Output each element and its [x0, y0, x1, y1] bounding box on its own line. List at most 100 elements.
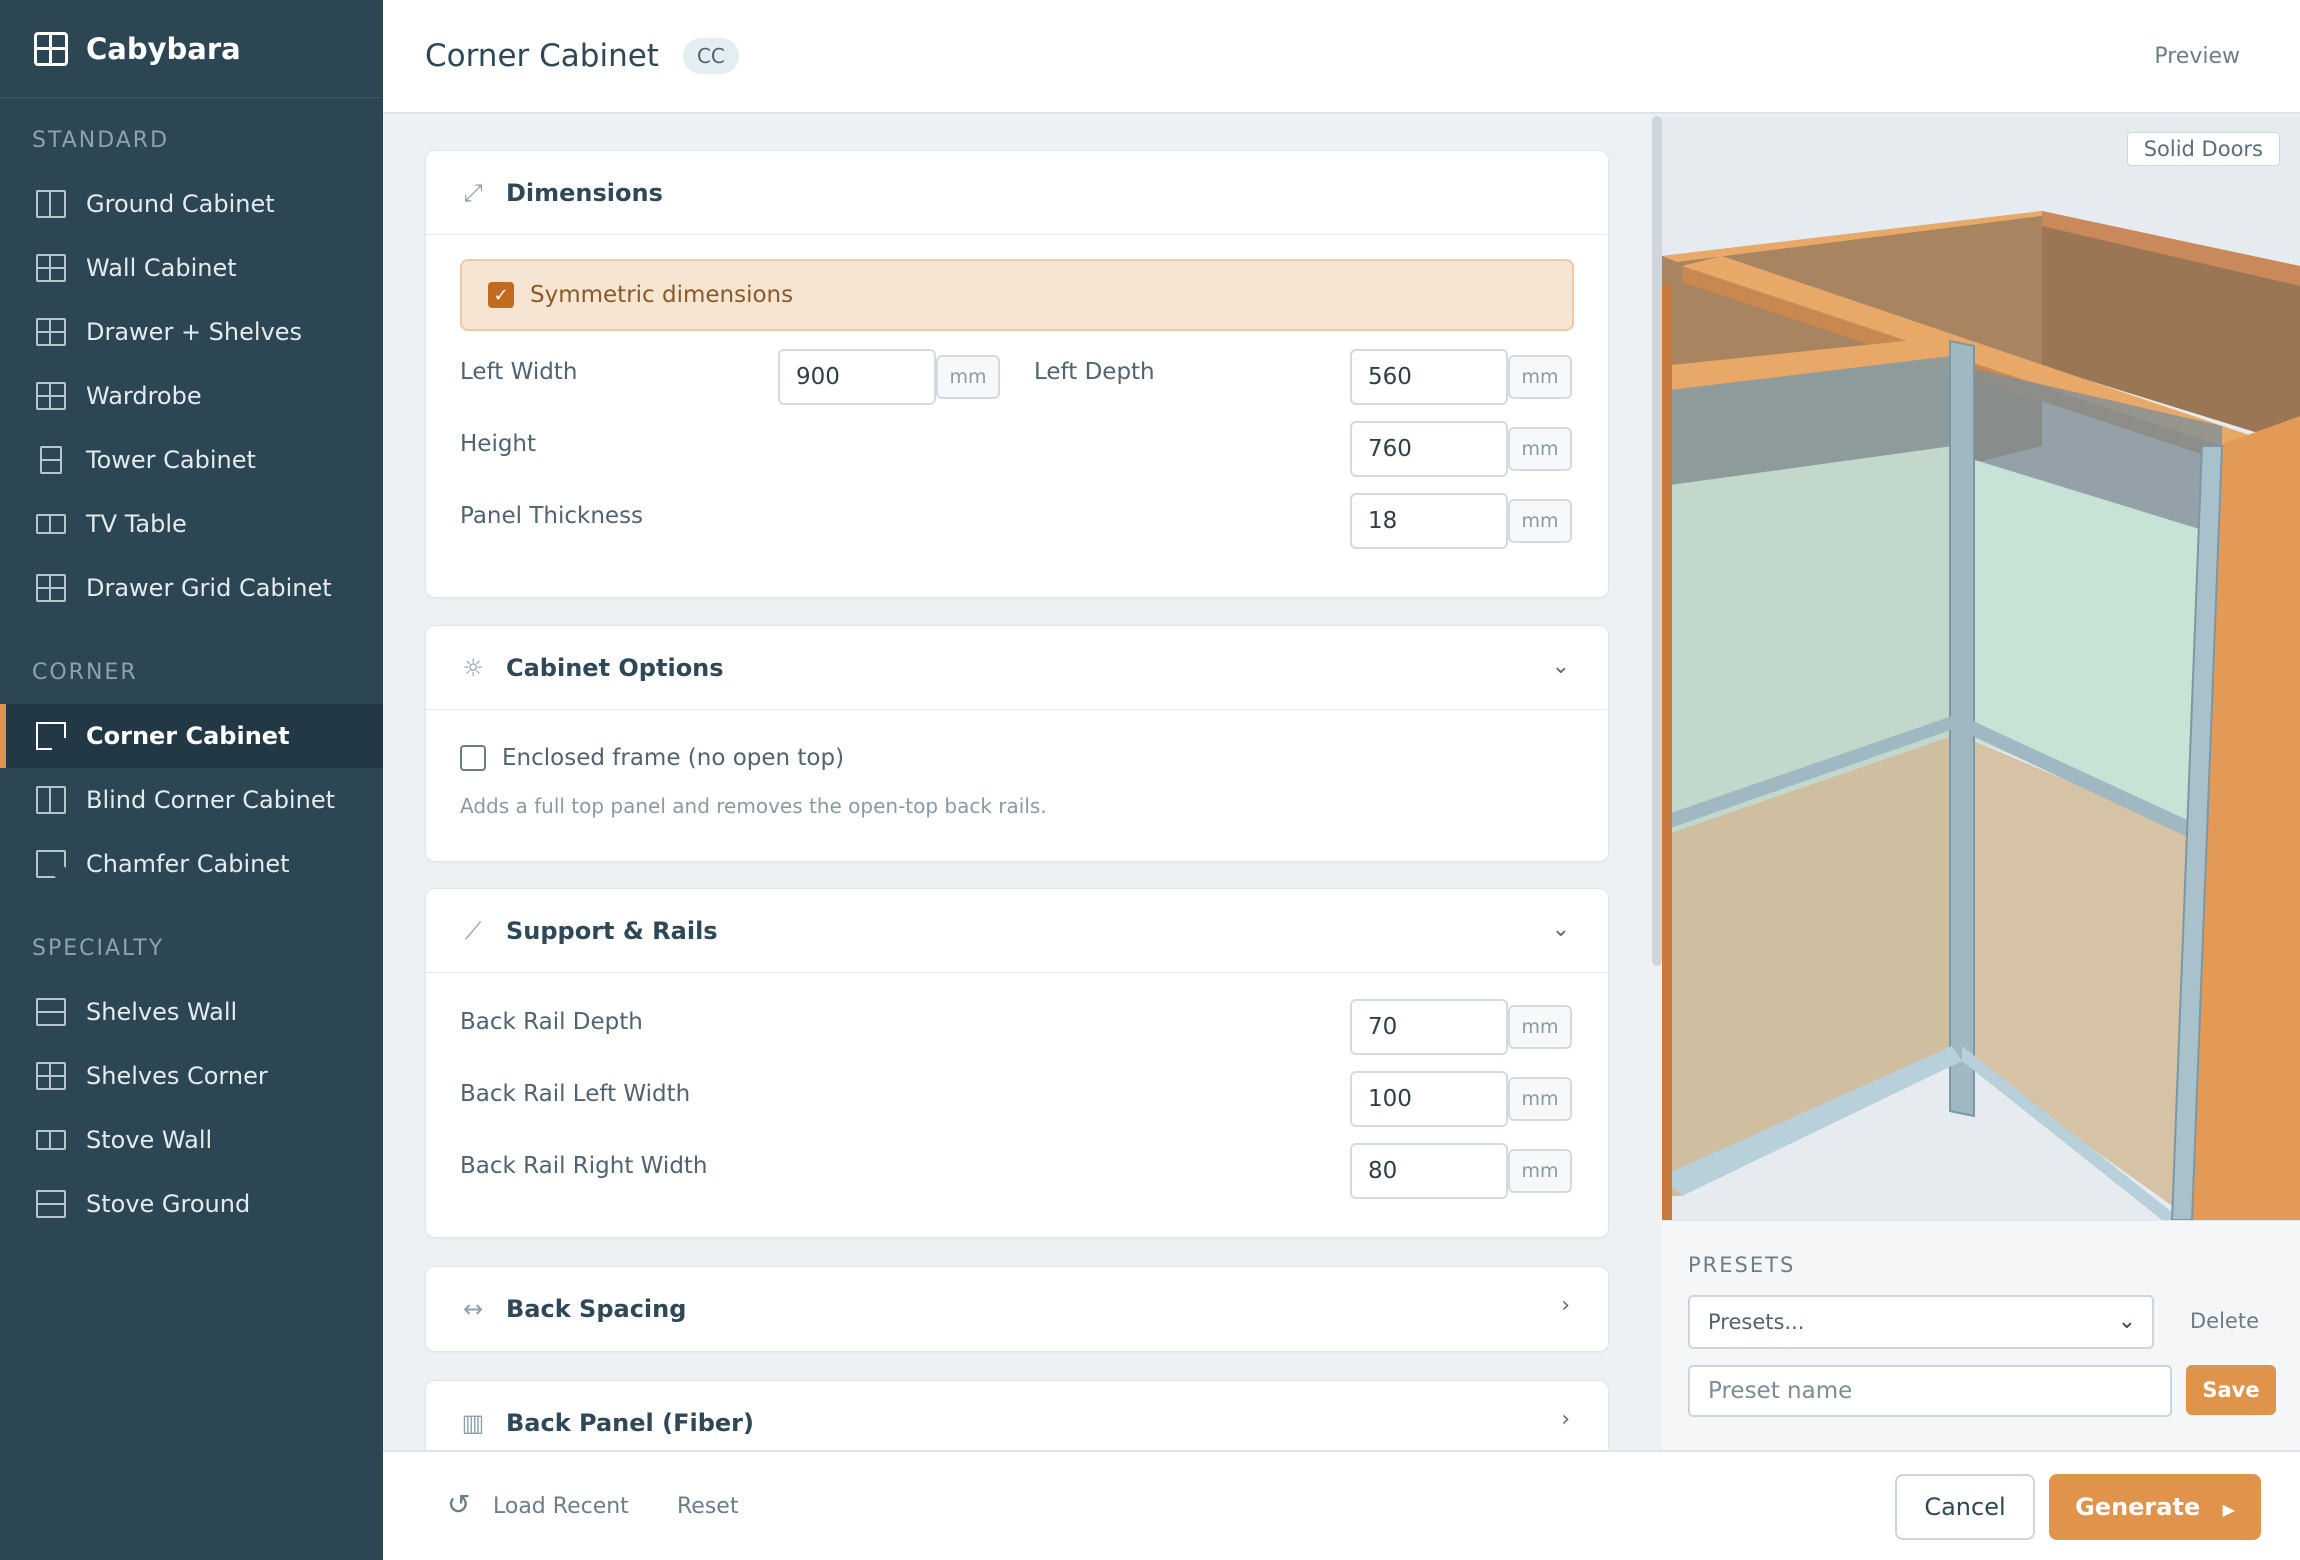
- section-label-corner: CORNER: [32, 660, 138, 685]
- cabinet-3d-render: [1662, 116, 2300, 1220]
- enclosed-frame-option[interactable]: Enclosed frame (no open top): [460, 736, 1574, 780]
- form-column: ⤢ Dimensions ✓ Symmetric dimensions Left…: [383, 116, 1653, 1450]
- horizontal-arrows-icon: ↔: [462, 1295, 484, 1323]
- sidebar: Cabybara STANDARD Ground Cabinet Wall Ca…: [0, 0, 383, 1560]
- sidebar-item-stove-wall[interactable]: Stove Wall: [0, 1108, 383, 1172]
- sidebar-item-stove-ground[interactable]: Stove Ground: [0, 1172, 383, 1236]
- section-label-specialty: SPECIALTY: [32, 936, 165, 961]
- back-rail-left-width-input[interactable]: 100: [1350, 1071, 1508, 1127]
- left-width-input[interactable]: 900: [778, 349, 936, 405]
- app-name: Cabybara: [86, 31, 241, 66]
- back-rail-depth-input[interactable]: 70: [1350, 999, 1508, 1055]
- pencil-icon: ⟋: [464, 916, 482, 945]
- back-rail-depth-label: Back Rail Depth: [460, 1009, 643, 1035]
- sidebar-item-blind-corner-cabinet[interactable]: Blind Corner Cabinet: [0, 768, 383, 832]
- type-badge: CC: [682, 38, 739, 74]
- footer-bar: ↺ Load Recent Reset Cancel Generate ▶: [383, 1450, 2300, 1560]
- back-rail-right-width-unit: mm: [1508, 1149, 1572, 1193]
- back-spacing-card[interactable]: ↔ Back Spacing ›: [425, 1266, 1609, 1352]
- solid-doors-toggle[interactable]: Solid Doors: [2126, 132, 2280, 166]
- chevron-down-icon: ⌄: [2117, 1309, 2136, 1334]
- left-depth-input[interactable]: 560: [1350, 349, 1508, 405]
- shelves-icon: [36, 998, 66, 1026]
- wardrobe-icon: [36, 382, 66, 410]
- chevron-down-icon[interactable]: ⌄: [1552, 654, 1570, 679]
- left-width-label: Left Width: [460, 359, 578, 385]
- symmetric-dimensions-toggle[interactable]: ✓ Symmetric dimensions: [460, 259, 1574, 331]
- panel-thickness-label: Panel Thickness: [460, 503, 644, 529]
- sidebar-item-ground-cabinet[interactable]: Ground Cabinet: [0, 172, 383, 236]
- form-scrollbar[interactable]: [1652, 116, 1662, 966]
- chevron-right-icon[interactable]: ›: [1561, 1293, 1570, 1318]
- grid-logo-icon: [34, 31, 68, 66]
- stove-ground-icon: [36, 1190, 66, 1218]
- cabinet-options-header[interactable]: ☼ Cabinet Options ⌄: [426, 626, 1608, 710]
- cancel-button[interactable]: Cancel: [1895, 1474, 2035, 1540]
- reset-button[interactable]: Reset: [677, 1494, 738, 1519]
- chevron-right-icon[interactable]: ›: [1561, 1407, 1570, 1432]
- enclosed-frame-checkbox[interactable]: [460, 745, 486, 771]
- sidebar-item-wardrobe[interactable]: Wardrobe: [0, 364, 383, 428]
- presets-select[interactable]: Presets... ⌄: [1688, 1295, 2154, 1349]
- generate-button[interactable]: Generate ▶: [2049, 1474, 2261, 1540]
- back-rail-right-width-input[interactable]: 80: [1350, 1143, 1508, 1199]
- shelves-corner-icon: [36, 1062, 66, 1090]
- tower-icon: [40, 446, 62, 474]
- chevron-down-icon[interactable]: ⌄: [1552, 917, 1570, 942]
- resize-arrow-icon: ⤢: [463, 178, 483, 207]
- height-input[interactable]: 760: [1350, 421, 1508, 477]
- presets-label: PRESETS: [1688, 1253, 1796, 1277]
- delete-preset-button[interactable]: Delete: [2190, 1309, 2259, 1333]
- back-panel-card[interactable]: ▥ Back Panel (Fiber) ›: [425, 1380, 1609, 1450]
- sidebar-item-chamfer-cabinet[interactable]: Chamfer Cabinet: [0, 832, 383, 896]
- back-panel-header[interactable]: ▥ Back Panel (Fiber) ›: [426, 1381, 1608, 1450]
- support-rails-card: ⟋ Support & Rails ⌄ Back Rail Depth 70 m…: [425, 888, 1609, 1238]
- chamfer-icon: [36, 850, 66, 878]
- height-unit: mm: [1508, 427, 1572, 471]
- left-depth-label: Left Depth: [1034, 359, 1155, 385]
- sidebar-item-shelves-corner[interactable]: Shelves Corner: [0, 1044, 383, 1108]
- dimensions-card: ⤢ Dimensions ✓ Symmetric dimensions Left…: [425, 150, 1609, 598]
- sidebar-item-drawer-shelves[interactable]: Drawer + Shelves: [0, 300, 383, 364]
- preview-link[interactable]: Preview: [2154, 44, 2240, 69]
- back-rail-depth-unit: mm: [1508, 1005, 1572, 1049]
- back-spacing-header[interactable]: ↔ Back Spacing ›: [426, 1267, 1608, 1351]
- corner-cabinet-icon: [36, 722, 66, 750]
- play-arrow-icon: ▶: [2222, 1500, 2235, 1519]
- sidebar-item-tv-table[interactable]: TV Table: [0, 492, 383, 556]
- stove-wall-icon: [36, 1130, 66, 1150]
- sidebar-item-drawer-grid-cabinet[interactable]: Drawer Grid Cabinet: [0, 556, 383, 620]
- panel-thickness-input[interactable]: 18: [1350, 493, 1508, 549]
- preset-name-input[interactable]: Preset name: [1688, 1365, 2172, 1417]
- sidebar-item-tower-cabinet[interactable]: Tower Cabinet: [0, 428, 383, 492]
- load-recent-button[interactable]: Load Recent: [493, 1494, 629, 1519]
- brand[interactable]: Cabybara: [0, 0, 383, 98]
- panel-thickness-unit: mm: [1508, 499, 1572, 543]
- sidebar-item-corner-cabinet[interactable]: Corner Cabinet: [0, 704, 383, 768]
- sidebar-item-shelves-wall[interactable]: Shelves Wall: [0, 980, 383, 1044]
- left-depth-unit: mm: [1508, 355, 1572, 399]
- presets-panel: PRESETS Presets... ⌄ Delete Preset name …: [1662, 1220, 2300, 1450]
- grid-panel-icon: [36, 318, 66, 346]
- page-header: Corner Cabinet CC Preview: [383, 0, 2300, 114]
- blind-corner-icon: [36, 786, 66, 814]
- page-title: Corner Cabinet: [425, 38, 659, 74]
- back-rail-left-width-unit: mm: [1508, 1077, 1572, 1121]
- back-rail-left-width-label: Back Rail Left Width: [460, 1081, 691, 1107]
- drawer-grid-icon: [36, 574, 66, 602]
- back-rail-right-width-label: Back Rail Right Width: [460, 1153, 708, 1179]
- save-preset-button[interactable]: Save: [2186, 1365, 2276, 1415]
- symmetric-checkbox[interactable]: ✓: [488, 282, 514, 308]
- split-panel-icon: [36, 190, 66, 218]
- 3d-preview-canvas[interactable]: Solid Doors: [1662, 116, 2300, 1220]
- support-rails-header[interactable]: ⟋ Support & Rails ⌄: [426, 889, 1608, 973]
- quad-panel-icon: [36, 254, 66, 282]
- cabinet-options-card: ☼ Cabinet Options ⌄ Enclosed frame (no o…: [425, 625, 1609, 862]
- sun-icon: ☼: [462, 653, 484, 682]
- sidebar-item-wall-cabinet[interactable]: Wall Cabinet: [0, 236, 383, 300]
- reload-icon[interactable]: ↺: [447, 1488, 470, 1521]
- height-label: Height: [460, 431, 537, 457]
- fiber-panel-icon: ▥: [461, 1409, 485, 1437]
- tv-table-icon: [36, 514, 66, 534]
- preview-panel: Solid Doors PRESETS Presets... ⌄ Delete …: [1662, 116, 2300, 1450]
